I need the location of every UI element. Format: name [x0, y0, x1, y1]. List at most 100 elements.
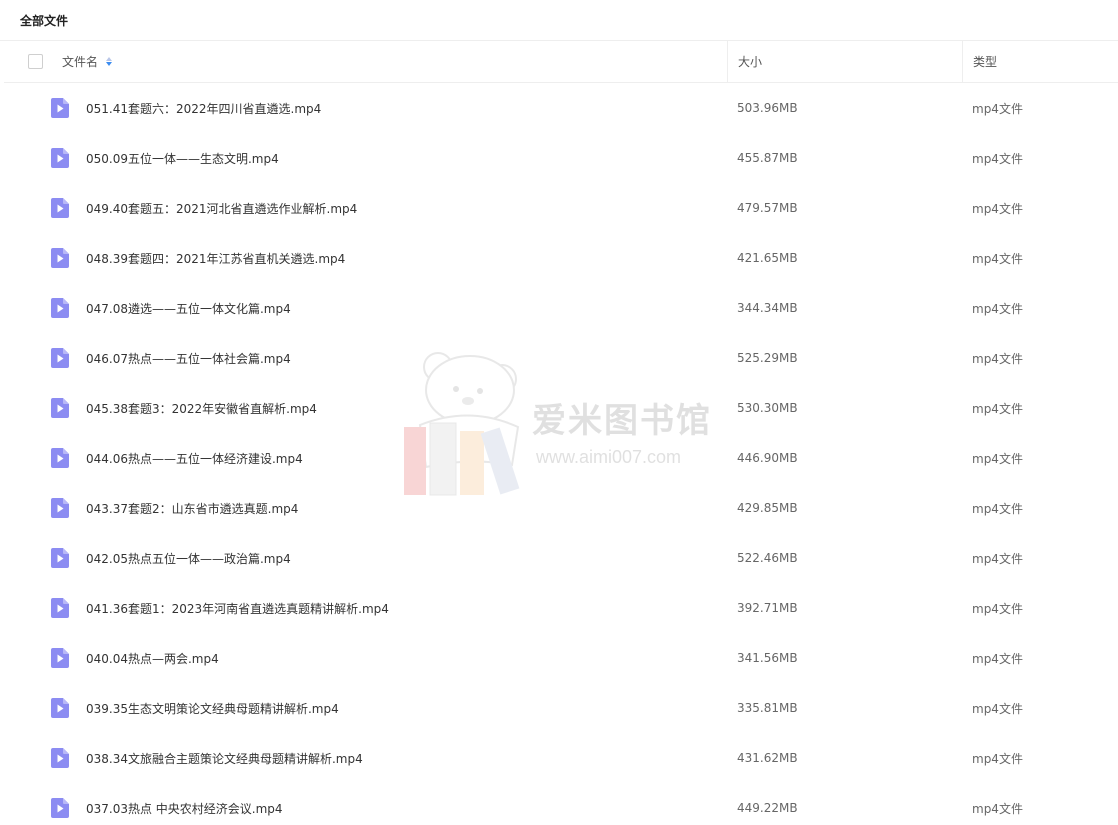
file-name[interactable]: 049.40套题五：2021河北省直遴选作业解析.mp4 [86, 200, 357, 217]
file-name[interactable]: 048.39套题四：2021年江苏省直机关遴选.mp4 [86, 250, 345, 267]
file-name[interactable]: 041.36套题1：2023年河南省直遴选真题精讲解析.mp4 [86, 600, 389, 617]
file-size: 522.46MB [737, 551, 798, 565]
file-name[interactable]: 044.06热点——五位一体经济建设.mp4 [86, 450, 303, 467]
file-name[interactable]: 037.03热点 中央农村经济会议.mp4 [86, 800, 283, 817]
file-type-cell: mp4文件 [962, 783, 1118, 825]
video-file-icon [51, 298, 69, 318]
sort-up-icon [106, 57, 113, 61]
video-file-icon [51, 548, 69, 568]
column-size-label[interactable]: 大小 [738, 53, 762, 70]
file-type-cell: mp4文件 [962, 233, 1118, 283]
file-name[interactable]: 043.37套题2：山东省市遴选真题.mp4 [86, 500, 298, 517]
file-name[interactable]: 046.07热点——五位一体社会篇.mp4 [86, 350, 291, 367]
file-name-cell: 046.07热点——五位一体社会篇.mp4 [4, 333, 727, 383]
file-name[interactable]: 042.05热点五位一体——政治篇.mp4 [86, 550, 291, 567]
file-size-cell: 431.62MB [727, 733, 962, 783]
file-name-cell: 040.04热点—两会.mp4 [4, 633, 727, 683]
file-row[interactable]: 048.39套题四：2021年江苏省直机关遴选.mp4 421.65MB mp4文件 [4, 233, 1118, 283]
file-list: 051.41套题六：2022年四川省直遴选.mp4 503.96MB mp4文件 05… [4, 83, 1118, 825]
file-name-cell: 049.40套题五：2021河北省直遴选作业解析.mp4 [4, 183, 727, 233]
file-type-cell: mp4文件 [962, 533, 1118, 583]
file-name-cell: 042.05热点五位一体——政治篇.mp4 [4, 533, 727, 583]
header-name-cell: 文件名 [4, 41, 727, 82]
file-size: 446.90MB [737, 451, 798, 465]
file-type-cell: mp4文件 [962, 383, 1118, 433]
file-size: 335.81MB [737, 701, 798, 715]
video-file-icon [51, 398, 69, 418]
file-type-cell: mp4文件 [962, 183, 1118, 233]
file-type: mp4文件 [972, 751, 1023, 766]
file-type-cell: mp4文件 [962, 483, 1118, 533]
video-file-icon [51, 798, 69, 818]
file-name-cell: 038.34文旅融合主题策论文经典母题精讲解析.mp4 [4, 733, 727, 783]
select-all-checkbox[interactable] [28, 54, 43, 69]
file-row[interactable]: 040.04热点—两会.mp4 341.56MB mp4文件 [4, 633, 1118, 683]
file-size: 344.34MB [737, 301, 798, 315]
column-name-label[interactable]: 文件名 [62, 53, 98, 70]
file-name-cell: 037.03热点 中央农村经济会议.mp4 [4, 783, 727, 825]
file-name[interactable]: 039.35生态文明策论文经典母题精讲解析.mp4 [86, 700, 339, 717]
file-size: 431.62MB [737, 751, 798, 765]
file-row[interactable]: 041.36套题1：2023年河南省直遴选真题精讲解析.mp4 392.71MB m… [4, 583, 1118, 633]
column-type-label[interactable]: 类型 [973, 53, 997, 70]
file-row[interactable]: 043.37套题2：山东省市遴选真题.mp4 429.85MB mp4文件 [4, 483, 1118, 533]
file-type: mp4文件 [972, 701, 1023, 716]
file-type: mp4文件 [972, 651, 1023, 666]
video-file-icon [51, 198, 69, 218]
file-name-cell: 043.37套题2：山东省市遴选真题.mp4 [4, 483, 727, 533]
file-row[interactable]: 051.41套题六：2022年四川省直遴选.mp4 503.96MB mp4文件 [4, 83, 1118, 133]
file-size-cell: 522.46MB [727, 533, 962, 583]
sort-icon[interactable] [106, 57, 113, 66]
file-row[interactable]: 044.06热点——五位一体经济建设.mp4 446.90MB mp4文件 [4, 433, 1118, 483]
file-type-cell: mp4文件 [962, 133, 1118, 183]
file-size-cell: 421.65MB [727, 233, 962, 283]
file-name[interactable]: 050.09五位一体——生态文明.mp4 [86, 150, 279, 167]
file-row[interactable]: 038.34文旅融合主题策论文经典母题精讲解析.mp4 431.62MB mp4文件 [4, 733, 1118, 783]
file-type: mp4文件 [972, 151, 1023, 166]
file-size: 503.96MB [737, 101, 798, 115]
file-size: 455.87MB [737, 151, 798, 165]
file-row[interactable]: 049.40套题五：2021河北省直遴选作业解析.mp4 479.57MB mp4文… [4, 183, 1118, 233]
file-row[interactable]: 039.35生态文明策论文经典母题精讲解析.mp4 335.81MB mp4文件 [4, 683, 1118, 733]
file-name[interactable]: 051.41套题六：2022年四川省直遴选.mp4 [86, 100, 321, 117]
file-row[interactable]: 046.07热点——五位一体社会篇.mp4 525.29MB mp4文件 [4, 333, 1118, 383]
file-name[interactable]: 045.38套题3：2022年安徽省直解析.mp4 [86, 400, 317, 417]
file-size: 525.29MB [737, 351, 798, 365]
file-type-cell: mp4文件 [962, 283, 1118, 333]
file-size-cell: 446.90MB [727, 433, 962, 483]
file-row[interactable]: 050.09五位一体——生态文明.mp4 455.87MB mp4文件 [4, 133, 1118, 183]
file-type: mp4文件 [972, 801, 1023, 816]
video-file-icon [51, 148, 69, 168]
file-size: 429.85MB [737, 501, 798, 515]
file-name-cell: 039.35生态文明策论文经典母题精讲解析.mp4 [4, 683, 727, 733]
file-row[interactable]: 037.03热点 中央农村经济会议.mp4 449.22MB mp4文件 [4, 783, 1118, 825]
file-type: mp4文件 [972, 201, 1023, 216]
file-name-cell: 047.08遴选——五位一体文化篇.mp4 [4, 283, 727, 333]
file-size-cell: 344.34MB [727, 283, 962, 333]
file-size-cell: 479.57MB [727, 183, 962, 233]
file-size: 341.56MB [737, 651, 798, 665]
file-size-cell: 449.22MB [727, 783, 962, 825]
file-name[interactable]: 038.34文旅融合主题策论文经典母题精讲解析.mp4 [86, 750, 363, 767]
file-type-cell: mp4文件 [962, 433, 1118, 483]
file-row[interactable]: 045.38套题3：2022年安徽省直解析.mp4 530.30MB mp4文件 [4, 383, 1118, 433]
file-size: 421.65MB [737, 251, 798, 265]
file-name[interactable]: 040.04热点—两会.mp4 [86, 650, 219, 667]
video-file-icon [51, 448, 69, 468]
video-file-icon [51, 498, 69, 518]
file-size: 530.30MB [737, 401, 798, 415]
file-row[interactable]: 042.05热点五位一体——政治篇.mp4 522.46MB mp4文件 [4, 533, 1118, 583]
file-name[interactable]: 047.08遴选——五位一体文化篇.mp4 [86, 300, 291, 317]
video-file-icon [51, 698, 69, 718]
file-name-cell: 048.39套题四：2021年江苏省直机关遴选.mp4 [4, 233, 727, 283]
file-size: 392.71MB [737, 601, 798, 615]
file-size-cell: 530.30MB [727, 383, 962, 433]
file-type-cell: mp4文件 [962, 683, 1118, 733]
file-row[interactable]: 047.08遴选——五位一体文化篇.mp4 344.34MB mp4文件 [4, 283, 1118, 333]
file-name-cell: 051.41套题六：2022年四川省直遴选.mp4 [4, 83, 727, 133]
file-type: mp4文件 [972, 401, 1023, 416]
file-name-cell: 044.06热点——五位一体经济建设.mp4 [4, 433, 727, 483]
file-size-cell: 503.96MB [727, 83, 962, 133]
file-table: 文件名 大小 类型 051.41套题六：2022年四川省直遴选.mp4 503.9… [4, 41, 1118, 825]
sort-down-icon [106, 62, 113, 66]
